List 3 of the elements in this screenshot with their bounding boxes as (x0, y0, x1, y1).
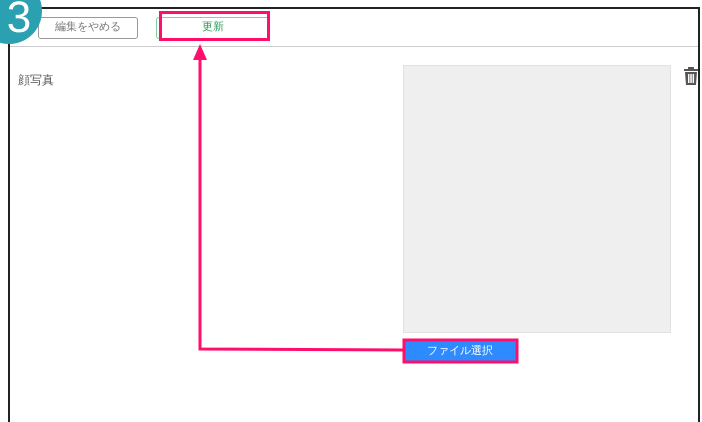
update-button[interactable]: 更新 (156, 16, 270, 38)
field-label: 顔写真 (18, 73, 54, 87)
trash-icon[interactable] (684, 67, 698, 85)
